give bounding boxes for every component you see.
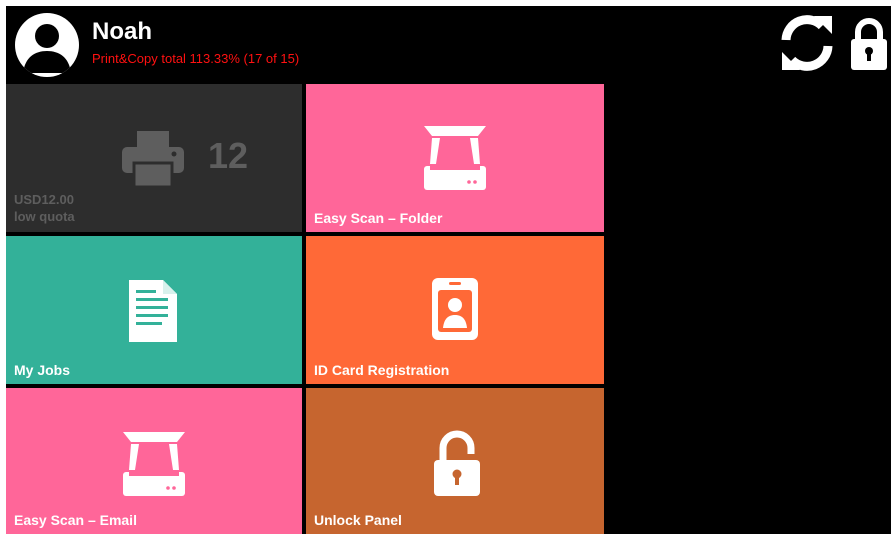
my-jobs-tile[interactable]: My Jobs — [6, 236, 302, 384]
id-card-registration-tile[interactable]: ID Card Registration — [306, 236, 604, 384]
unlock-panel-tile[interactable]: Unlock Panel — [306, 388, 604, 534]
id-card-registration-label: ID Card Registration — [314, 362, 450, 378]
user-avatar — [15, 13, 79, 77]
terminal-screen: Noah Print&Copy total 113.33% (17 of 15)… — [6, 6, 891, 534]
quota-status: low quota — [14, 209, 75, 224]
lock-icon — [851, 18, 887, 70]
easy-scan-folder-tile[interactable]: Easy Scan – Folder — [306, 84, 604, 232]
printer-quota-tile[interactable]: 12 USD12.00 low quota — [6, 84, 302, 232]
lock-button[interactable] — [848, 16, 890, 72]
printer-icon — [122, 131, 184, 189]
easy-scan-folder-label: Easy Scan – Folder — [314, 210, 443, 226]
id-card-icon — [432, 278, 478, 340]
balance-amount: USD12.00 — [14, 192, 74, 207]
document-icon — [129, 280, 177, 342]
quota-summary: Print&Copy total 113.33% (17 of 15) — [92, 51, 300, 66]
unlock-panel-label: Unlock Panel — [314, 512, 402, 528]
easy-scan-email-tile[interactable]: Easy Scan – Email — [6, 388, 302, 534]
easy-scan-email-label: Easy Scan – Email — [14, 512, 137, 528]
scanner-icon — [123, 432, 185, 496]
scanner-icon — [424, 126, 486, 190]
unlock-icon — [434, 430, 480, 496]
refresh-icon — [781, 15, 833, 71]
my-jobs-label: My Jobs — [14, 362, 71, 378]
user-name: Noah — [92, 18, 152, 45]
user-silhouette-icon — [23, 24, 71, 73]
refresh-button[interactable] — [776, 12, 838, 74]
printer-count: 12 — [208, 135, 249, 176]
